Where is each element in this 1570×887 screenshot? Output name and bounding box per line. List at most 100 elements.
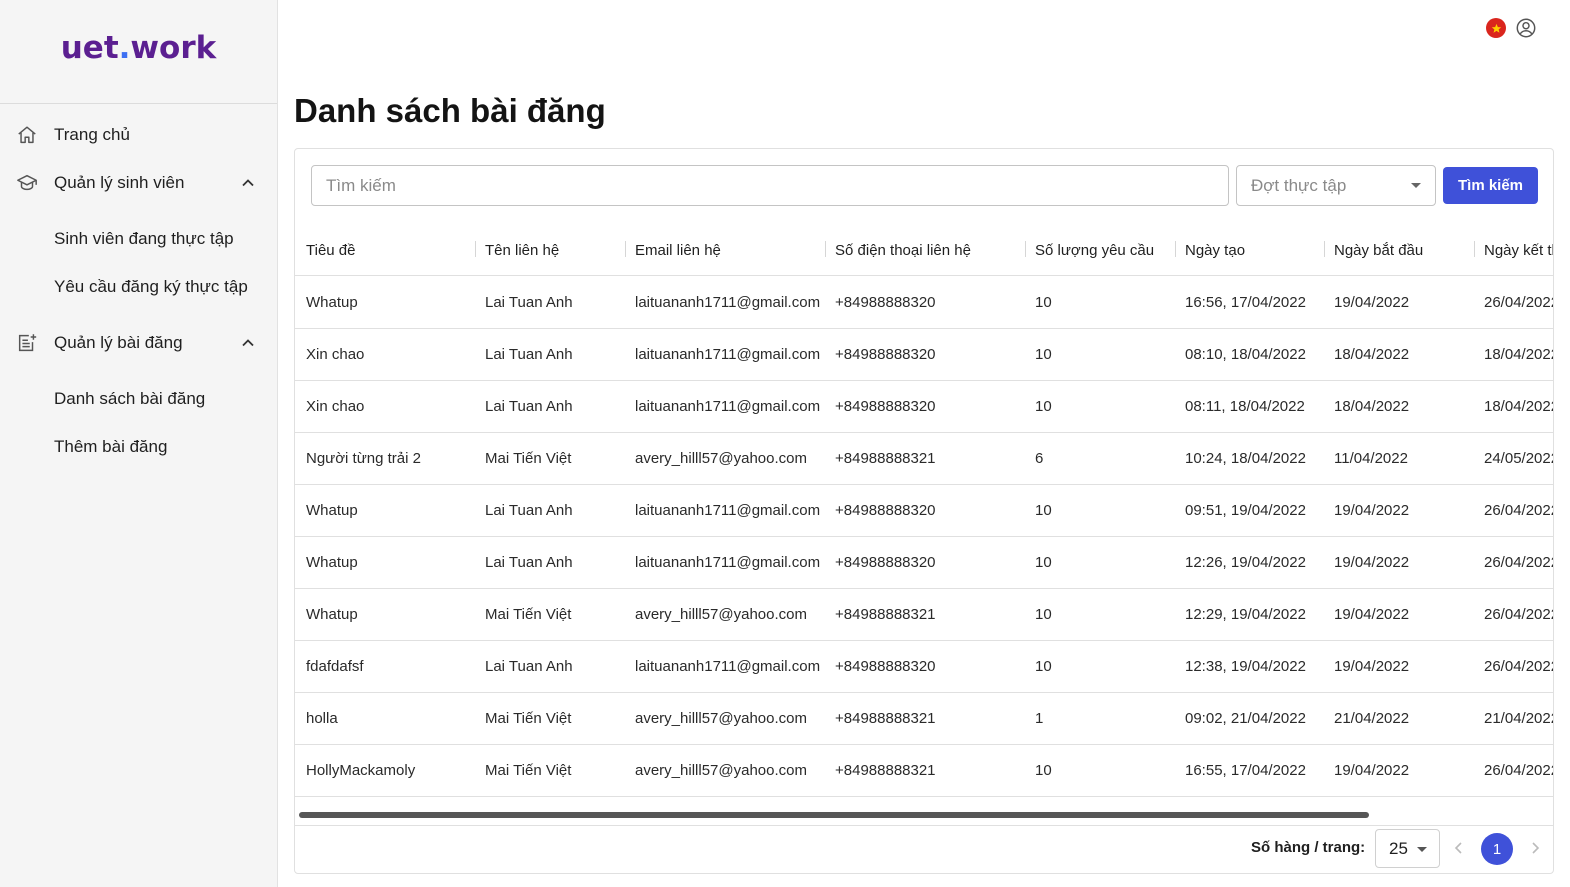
logo-main: uet <box>60 30 119 66</box>
app-logo[interactable]: uet.work <box>0 30 277 66</box>
cell-title: HollyMackamoly <box>306 762 416 779</box>
column-header-end-date[interactable]: Ngày kết thúc <box>1484 225 1553 276</box>
rows-per-page-value: 25 <box>1389 838 1408 858</box>
sidebar-item-label: Trang chủ <box>54 125 130 144</box>
cell-contact-phone: +84988888320 <box>835 346 936 363</box>
table-row[interactable]: Whatup Lai Tuan Anh laituananh1711@gmail.c… <box>295 537 1553 589</box>
cell-start-date: 19/04/2022 <box>1334 502 1410 519</box>
cell-contact-phone: +84988888321 <box>835 450 936 467</box>
cell-contact-phone: +84988888320 <box>835 658 936 675</box>
select-placeholder: Đợt thực tập <box>1251 175 1347 195</box>
search-input[interactable] <box>311 165 1229 206</box>
column-separator[interactable] <box>625 241 626 257</box>
cell-contact-email: avery_hilll57@yahoo.com <box>635 450 807 467</box>
caret-down-icon <box>1411 183 1421 188</box>
table-row[interactable]: holla Mai Tiến Việt avery_hilll57@yahoo.co… <box>295 693 1553 745</box>
chevron-right-icon[interactable] <box>1527 838 1543 858</box>
cell-start-date: 18/04/2022 <box>1334 346 1410 363</box>
sidebar-subitem-current-interns[interactable]: Sinh viên đang thực tập <box>54 224 234 254</box>
column-separator[interactable] <box>1324 241 1325 257</box>
table-row[interactable]: fdafdafsf Lai Tuan Anh laituananh1711@gmai… <box>295 641 1554 693</box>
column-separator[interactable] <box>825 241 826 257</box>
table-row[interactable]: Whatup Mai Tiến Việt avery_hilll57@yahoo.c… <box>295 589 1553 641</box>
cell-title: Xin chao <box>306 398 365 415</box>
sidebar-item-posts[interactable]: Quản lý bài đăng <box>0 321 277 365</box>
cell-contact-email: laituananh1711@gmail.com <box>635 294 821 311</box>
cell-contact-phone: +84988888321 <box>835 710 936 727</box>
column-header-title[interactable]: Tiêu đề <box>306 225 355 276</box>
cell-contact-name: Lai Tuan Anh <box>485 398 573 415</box>
cell-created: 16:55, 17/04/2022 <box>1185 762 1306 779</box>
cell-end-date: 18/04/2022 <box>1484 346 1554 363</box>
sidebar-item-students[interactable]: Quản lý sinh viên <box>0 161 277 205</box>
cell-created: 12:38, 19/04/2022 <box>1185 658 1306 675</box>
cell-start-date: 21/04/2022 <box>1334 710 1410 727</box>
cell-contact-phone: +84988888321 <box>835 606 936 623</box>
column-separator[interactable] <box>1175 241 1176 257</box>
column-header-start-date[interactable]: Ngày bắt đầu <box>1334 225 1423 276</box>
vietnam-flag-icon[interactable] <box>1486 18 1506 38</box>
page-button-current[interactable]: 1 <box>1481 833 1513 865</box>
cell-end-date: 26/04/2022 <box>1484 658 1554 675</box>
cell-contact-email: laituananh1711@gmail.com <box>635 554 821 571</box>
cell-quantity: 10 <box>1035 346 1052 363</box>
cell-start-date: 19/04/2022 <box>1334 606 1410 623</box>
cell-created: 09:02, 21/04/2022 <box>1185 710 1306 727</box>
sidebar-item-home[interactable]: Trang chủ <box>0 113 277 157</box>
internship-period-select[interactable]: Đợt thực tập <box>1236 165 1436 206</box>
cell-end-date: 24/05/2022 <box>1484 450 1554 467</box>
cell-created: 10:24, 18/04/2022 <box>1185 450 1306 467</box>
sidebar-divider <box>0 103 277 104</box>
cell-contact-name: Lai Tuan Anh <box>485 346 573 363</box>
chevron-left-icon[interactable] <box>1451 838 1467 858</box>
chevron-up-icon[interactable] <box>240 335 256 351</box>
sidebar-item-label: Quản lý bài đăng <box>54 333 183 352</box>
sidebar-subitem-add-post[interactable]: Thêm bài đăng <box>54 432 167 462</box>
cell-contact-email: laituananh1711@gmail.com <box>635 658 821 675</box>
column-header-contact-email[interactable]: Email liên hệ <box>635 225 721 276</box>
table-row[interactable]: Whatup Lai Tuan Anh laituananh1711@gmail.c… <box>295 277 1554 329</box>
sidebar-subitem-internship-requests[interactable]: Yêu cầu đăng ký thực tập <box>54 272 248 302</box>
table-row[interactable]: HollyMackamoly Mai Tiến Việt avery_hilll57… <box>295 745 1553 797</box>
cell-title: Whatup <box>306 554 358 571</box>
caret-down-icon <box>1417 847 1427 852</box>
column-header-contact-phone[interactable]: Số điện thoại liên hệ <box>835 225 971 276</box>
cell-title: fdafdafsf <box>306 658 364 675</box>
account-circle-icon[interactable] <box>1515 17 1537 39</box>
cell-title: Whatup <box>306 294 358 311</box>
column-separator[interactable] <box>1025 241 1026 257</box>
cell-created: 09:51, 19/04/2022 <box>1185 502 1306 519</box>
cell-contact-email: laituananh1711@gmail.com <box>635 398 821 415</box>
column-header-created[interactable]: Ngày tạo <box>1185 225 1245 276</box>
column-separator[interactable] <box>1474 241 1475 257</box>
cell-contact-phone: +84988888320 <box>835 294 936 311</box>
cell-start-date: 19/04/2022 <box>1334 294 1410 311</box>
table-row[interactable]: Whatup Lai Tuan Anh laituananh1711@gmail.c… <box>295 485 1553 537</box>
horizontal-scrollbar[interactable] <box>299 812 1369 818</box>
cell-contact-name: Lai Tuan Anh <box>485 554 573 571</box>
school-icon <box>17 174 37 191</box>
chevron-up-icon[interactable] <box>240 175 256 191</box>
column-separator[interactable] <box>475 241 476 257</box>
rows-per-page-select[interactable]: 25 <box>1375 829 1440 868</box>
cell-title: Người từng trải 2 <box>306 450 421 467</box>
column-header-contact-name[interactable]: Tên liên hệ <box>485 225 559 276</box>
sidebar-subitem-post-list[interactable]: Danh sách bài đăng <box>54 384 205 414</box>
sidebar: uet.work Trang chủ Quản lý sinh viên Sin… <box>0 0 278 887</box>
cell-end-date: 26/04/2022 <box>1484 294 1554 311</box>
table-row[interactable]: Người từng trải 2 Mai Tiến Việt avery_hill… <box>295 433 1554 485</box>
cell-contact-phone: +84988888320 <box>835 502 936 519</box>
table-row[interactable]: Xin chao Lai Tuan Anh laituananh1711@gmail… <box>295 329 1554 381</box>
cell-quantity: 10 <box>1035 606 1052 623</box>
column-header-quantity[interactable]: Số lượng yêu cầu <box>1035 225 1154 276</box>
cell-quantity: 10 <box>1035 658 1052 675</box>
table-row[interactable]: Xin chao Lai Tuan Anh laituananh1711@gmail… <box>295 381 1553 433</box>
search-button[interactable]: Tìm kiếm <box>1443 167 1538 204</box>
cell-contact-email: avery_hilll57@yahoo.com <box>635 606 807 623</box>
cell-contact-phone: +84988888321 <box>835 762 936 779</box>
rows-per-page-label: Số hàng / trang: <box>1251 839 1366 856</box>
cell-contact-name: Lai Tuan Anh <box>485 294 573 311</box>
logo-dot: . <box>118 30 131 66</box>
cell-title: Whatup <box>306 606 358 623</box>
cell-contact-name: Mai Tiến Việt <box>485 450 572 467</box>
